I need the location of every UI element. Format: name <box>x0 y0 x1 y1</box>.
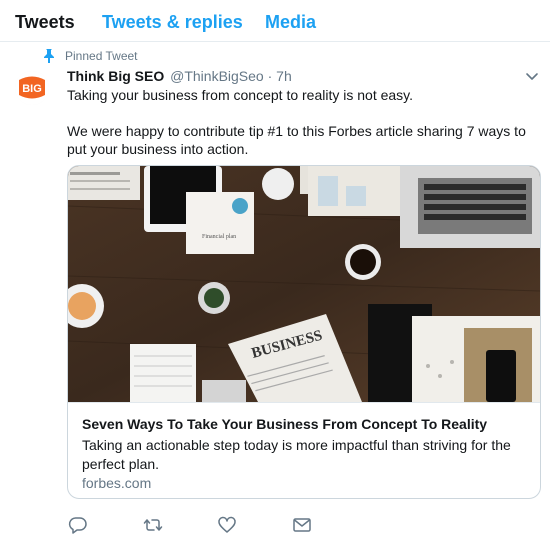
pin-icon <box>44 49 54 63</box>
tweet-paragraph-1: Taking your business from concept to rea… <box>67 87 414 103</box>
tab-tweets[interactable]: Tweets <box>15 12 75 33</box>
avatar[interactable]: BIG <box>15 71 49 105</box>
tweet-text: Taking your business from concept to rea… <box>67 86 537 176</box>
svg-text:BIG: BIG <box>22 83 42 95</box>
chevron-down-icon[interactable] <box>524 68 540 84</box>
card-title[interactable]: Seven Ways To Take Your Business From Co… <box>82 415 532 433</box>
envelope-icon[interactable] <box>292 515 312 535</box>
author-name[interactable]: Think Big SEO <box>67 68 164 84</box>
pinned-label: Pinned Tweet <box>65 49 138 63</box>
card-body[interactable]: Seven Ways To Take Your Business From Co… <box>68 402 540 498</box>
tweet-timestamp[interactable]: 7h <box>276 68 292 84</box>
profile-tabs: Tweets Tweets & replies Media <box>0 0 550 42</box>
link-card[interactable]: Financial plan BUSINESS Seven Ways To Ta… <box>67 165 541 499</box>
reply-icon[interactable] <box>68 515 88 535</box>
tab-media[interactable]: Media <box>265 12 316 33</box>
tweet-actions <box>0 515 550 537</box>
tweet-paragraph-2: We were happy to contribute tip #1 to th… <box>67 123 526 157</box>
pinned-indicator: Pinned Tweet <box>43 48 138 64</box>
retweet-icon[interactable] <box>143 515 163 535</box>
card-domain: forbes.com <box>82 475 152 491</box>
tab-tweets-and-replies[interactable]: Tweets & replies <box>102 12 243 33</box>
card-description: Taking an actionable step today is more … <box>82 437 511 472</box>
separator-dot: · <box>267 68 273 84</box>
author-handle[interactable]: @ThinkBigSeo <box>170 68 264 84</box>
tweet-header: Think Big SEO @ThinkBigSeo · 7h <box>67 67 292 85</box>
heart-icon[interactable] <box>217 515 237 535</box>
avatar-logo: BIG <box>15 71 49 105</box>
card-image[interactable]: Financial plan BUSINESS <box>68 166 540 402</box>
svg-text:Financial plan: Financial plan <box>202 234 236 240</box>
